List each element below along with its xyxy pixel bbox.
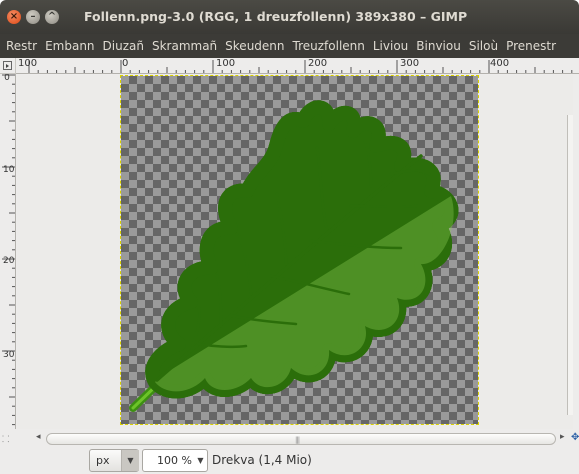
menu-image[interactable]: Skeudenn — [221, 34, 288, 58]
maximize-icon: ^ — [47, 11, 57, 22]
hruler-label-200: 200 — [308, 58, 328, 69]
scroll-left-arrow-icon[interactable]: ◂ — [36, 432, 41, 442]
minimize-icon: – — [30, 11, 36, 22]
navigate-icon[interactable]: ✥ — [571, 432, 579, 443]
hruler-label-0: 0 — [122, 58, 129, 69]
horizontal-ruler[interactable]: 100 0 100 200 300 400 — [16, 58, 579, 74]
unit-value: px — [96, 454, 110, 467]
zoom-dropdown-arrow-icon[interactable]: ▼ — [193, 450, 208, 471]
vruler-label-0: 0 — [4, 74, 10, 83]
vruler-label-300: 300 — [3, 350, 15, 360]
unit-dropdown-arrow-icon[interactable]: ▼ — [121, 450, 139, 471]
menu-view[interactable]: Skrammañ — [148, 34, 221, 58]
scroll-right-arrow-icon[interactable]: ▸ — [560, 432, 565, 442]
menu-tools[interactable]: Binviou — [412, 34, 465, 58]
ruler-toggle-icon — [3, 61, 12, 70]
hruler-label-300: 300 — [400, 58, 420, 69]
hruler-label-400: 400 — [490, 58, 510, 69]
menu-edit[interactable]: Embann — [41, 34, 98, 58]
image-canvas[interactable] — [120, 75, 479, 425]
window-title: Follenn.png-3.0 (RGG, 1 dreuzfollenn) 38… — [84, 9, 468, 24]
zoom-selector[interactable]: 100 % ▼ — [142, 449, 208, 472]
oak-leaf-image — [129, 76, 478, 412]
scroll-grip-icon: ||| — [295, 436, 300, 444]
menu-colors[interactable]: Liviou — [369, 34, 412, 58]
minimize-button[interactable]: – — [26, 10, 40, 24]
menu-select[interactable]: Diuzañ — [99, 34, 148, 58]
menu-windows[interactable]: Prenestr — [502, 34, 560, 58]
canvas-area[interactable] — [17, 75, 573, 429]
vruler-label-100: 100 — [3, 165, 15, 175]
title-bar: × – ^ Follenn.png-3.0 (RGG, 1 dreuzfolle… — [0, 0, 579, 34]
status-bar: px ▼ 100 % ▼ Drekva (1,4 Mio) — [0, 448, 579, 474]
menu-file[interactable]: Restr — [0, 34, 41, 58]
vertical-ruler-ticks — [2, 74, 15, 426]
canvas-right-edge — [567, 115, 573, 415]
horizontal-scrollbar[interactable]: ⸬ ◂ ||| ▸ ✥ — [0, 430, 579, 448]
hruler-label-minus100: 100 — [18, 58, 38, 69]
close-icon: × — [9, 11, 19, 22]
hruler-label-100: 100 — [216, 58, 236, 69]
menu-layer[interactable]: Treuzfollenn — [289, 34, 369, 58]
maximize-button[interactable]: ^ — [45, 10, 59, 24]
zoom-value: 100 % — [157, 454, 192, 467]
status-info: Drekva (1,4 Mio) — [212, 453, 312, 467]
unit-selector[interactable]: px ▼ — [89, 449, 139, 472]
close-button[interactable]: × — [7, 10, 21, 24]
image-window-body: 100 0 100 200 300 400 0 100 200 300 — [0, 58, 579, 474]
horizontal-scroll-thumb[interactable]: ||| — [46, 433, 556, 445]
vruler-label-200: 200 — [3, 256, 15, 266]
quick-mask-icon[interactable]: ⸬ — [2, 432, 9, 445]
menu-filters[interactable]: Siloù — [465, 34, 502, 58]
vertical-ruler[interactable]: 0 100 200 300 — [0, 74, 16, 429]
ruler-toggle-button[interactable] — [0, 58, 16, 74]
menu-bar: Restr Embann Diuzañ Skrammañ Skeudenn Treuzfo… — [0, 34, 579, 58]
